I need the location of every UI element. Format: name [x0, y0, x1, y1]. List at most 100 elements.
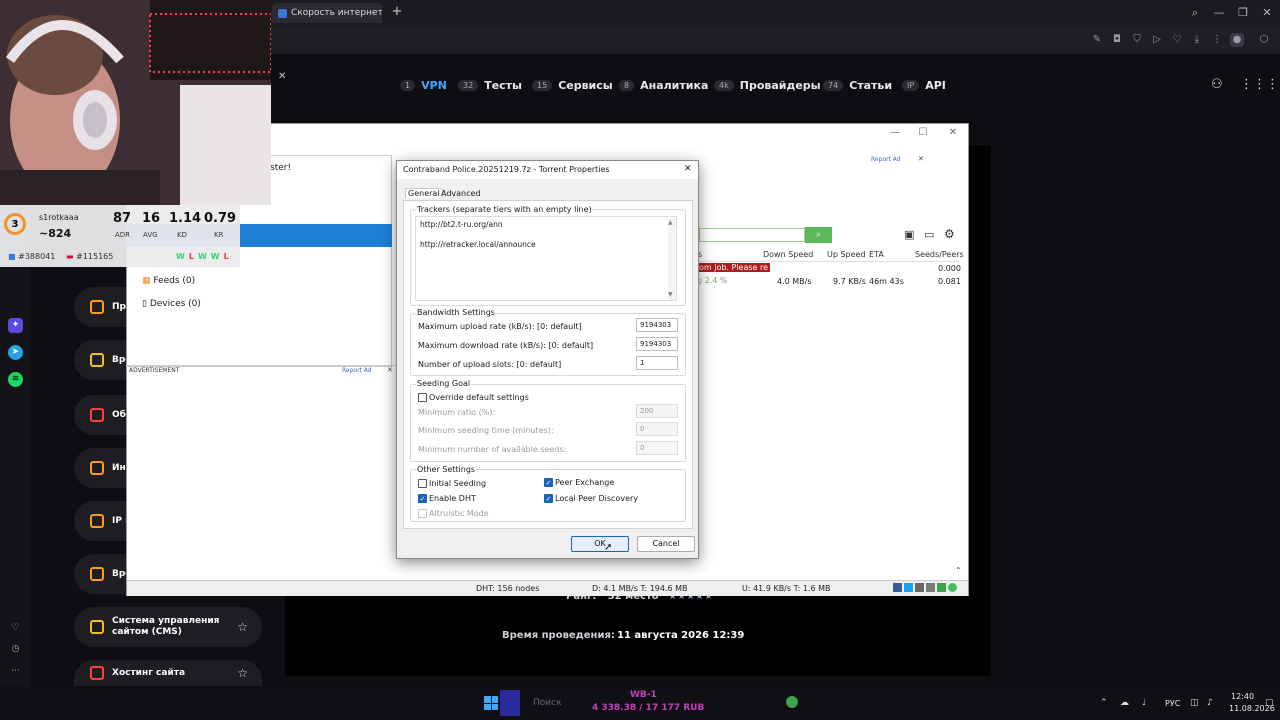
heart-icon[interactable]: ♡: [8, 621, 23, 636]
messenger-icon[interactable]: ✦: [8, 318, 23, 333]
min-seed-time-input[interactable]: 0: [636, 422, 678, 436]
altruistic-checkbox[interactable]: [418, 509, 427, 518]
peer-exchange-checkbox[interactable]: ✓: [544, 478, 553, 487]
device-icon: ▯: [142, 299, 147, 309]
shield-icon[interactable]: ⛉: [1130, 33, 1144, 47]
ok-button[interactable]: OK: [571, 536, 629, 552]
nav-item-articles[interactable]: 74 Статьи: [823, 78, 892, 92]
cancel-button[interactable]: Cancel: [637, 536, 695, 552]
tab-general[interactable]: General: [405, 188, 443, 198]
taskbar-app-icon[interactable]: [500, 690, 520, 716]
settings-icon[interactable]: [926, 583, 935, 592]
extensions-icon[interactable]: ⬡: [1257, 33, 1271, 47]
col-eta[interactable]: ETA: [869, 250, 884, 259]
play-icon[interactable]: ▷: [1150, 33, 1164, 47]
network-icon[interactable]: ◫: [1190, 698, 1199, 708]
facebook-icon[interactable]: [893, 583, 902, 592]
col-up-speed[interactable]: Up Speed: [827, 250, 866, 259]
faceit-level-badge: 3: [4, 213, 26, 235]
android-icon[interactable]: [937, 583, 946, 592]
spotify-icon[interactable]: ≋: [8, 372, 23, 387]
initial-seeding-checkbox[interactable]: [418, 479, 427, 488]
gear-icon[interactable]: ⚙: [944, 227, 955, 241]
nav-item-services[interactable]: 15 Сервисы: [532, 78, 613, 92]
apps-grid-icon[interactable]: ⋮⋮⋮: [1240, 77, 1279, 93]
ut-minimize-button[interactable]: —: [888, 127, 902, 139]
scroll-up-icon[interactable]: ▲: [668, 219, 673, 226]
nav-item-vpn[interactable]: 1 VPN: [400, 78, 447, 92]
min-ratio-input[interactable]: 200: [636, 404, 678, 418]
windows-start-icon[interactable]: [484, 696, 498, 710]
search-icon[interactable]: ⌕: [1186, 4, 1204, 22]
taskbar-app-icon[interactable]: [786, 696, 798, 708]
ut-search-button[interactable]: ⌕: [805, 227, 832, 243]
nav-item-tests[interactable]: 32 Тесты: [458, 78, 522, 92]
nav-item-providers[interactable]: 4k Провайдеры: [714, 78, 821, 92]
user-icon[interactable]: ⚇: [1211, 77, 1225, 93]
enable-dht-checkbox[interactable]: ✓: [418, 494, 427, 503]
close-window-button[interactable]: ✕: [1258, 4, 1276, 22]
taskbar-search[interactable]: Поиск: [533, 698, 562, 708]
trackers-scrollbar[interactable]: [668, 218, 676, 300]
close-banner-button[interactable]: ✕: [278, 71, 286, 82]
favorite-star-icon[interactable]: ☆: [237, 620, 248, 634]
override-checkbox[interactable]: [418, 393, 427, 402]
minimize-button[interactable]: —: [1210, 4, 1228, 22]
ut-search-input[interactable]: [699, 228, 805, 242]
history-icon[interactable]: ◷: [8, 642, 23, 657]
ut-feeds-item[interactable]: ▦ Feeds (0): [142, 276, 195, 286]
edit-icon[interactable]: ✎: [1090, 33, 1104, 47]
ut-report-ad-link[interactable]: Report Ad: [342, 367, 372, 374]
peer-exchange-label: Peer Exchange: [555, 478, 615, 487]
download-icon[interactable]: ⤓: [1190, 33, 1204, 47]
nav-item-analytics[interactable]: 8 Аналитика: [619, 78, 708, 92]
max-upload-input[interactable]: 9194303: [636, 318, 678, 332]
twitter-icon[interactable]: [904, 583, 913, 592]
ut-collapse-icon[interactable]: ⌃: [955, 566, 962, 575]
nav-item-api[interactable]: IP API: [902, 78, 946, 92]
ut-top-ad-close-icon[interactable]: ✕: [918, 155, 924, 163]
col-down-speed[interactable]: Down Speed: [763, 250, 813, 259]
telegram-icon[interactable]: ➤: [8, 345, 23, 360]
more-icon[interactable]: ⋯: [8, 664, 23, 679]
scroll-down-icon[interactable]: ▼: [668, 291, 673, 298]
card-cms[interactable]: Система управления сайтом (CMS) ☆: [74, 607, 262, 647]
monitor-icon[interactable]: ▭: [924, 228, 934, 241]
torrent-row-1-status[interactable]: om job. Please re: [697, 263, 771, 272]
tray-chevron-icon[interactable]: ⌃: [1100, 698, 1108, 708]
browser-tab[interactable]: Скорость интернет соед: [272, 3, 382, 23]
torrent-row-2-status[interactable]: g 2.4 %: [697, 276, 728, 285]
upload-slots-input[interactable]: 1: [636, 356, 678, 370]
web-icon[interactable]: [915, 583, 924, 592]
ut-ad-close-icon[interactable]: ✕: [387, 366, 393, 374]
cloud-icon[interactable]: ☁: [1120, 698, 1129, 708]
download-icon: [90, 353, 104, 367]
camera-icon[interactable]: ◘: [1110, 33, 1124, 47]
maximize-button[interactable]: ❐: [1234, 4, 1252, 22]
notification-icon[interactable]: ▢: [1265, 698, 1274, 708]
initial-seeding-label: Initial Seeding: [429, 479, 487, 488]
settings-icon[interactable]: ⋮: [1210, 33, 1224, 47]
profile-icon[interactable]: ●: [1230, 33, 1244, 47]
rank-country: ▬ #115165: [66, 252, 114, 261]
favorite-star-icon[interactable]: ☆: [237, 666, 248, 680]
heart-icon[interactable]: ♡: [1170, 33, 1184, 47]
taskbar-clock[interactable]: 12:40: [1231, 692, 1254, 701]
ut-report-ad-link-top[interactable]: Report Ad: [871, 156, 901, 163]
col-seeds-peers[interactable]: Seeds/Peers: [915, 250, 964, 259]
new-tab-button[interactable]: +: [390, 5, 404, 19]
chat-icon[interactable]: ▣: [904, 228, 914, 241]
min-seeds-input[interactable]: 0: [636, 441, 678, 455]
ut-devices-item[interactable]: ▯ Devices (0): [142, 299, 201, 309]
ut-maximize-button[interactable]: ☐: [916, 127, 930, 139]
tab-advanced[interactable]: Advanced: [441, 189, 481, 198]
volume-icon[interactable]: ♪: [1207, 698, 1213, 708]
stat-kd: 1.14: [169, 211, 202, 226]
ut-close-button[interactable]: ✕: [946, 127, 960, 139]
mic-icon[interactable]: ♩: [1142, 698, 1146, 708]
local-peer-checkbox[interactable]: ✓: [544, 494, 553, 503]
card-hosting[interactable]: Хостинг сайта ☆: [74, 660, 262, 686]
keyboard-language[interactable]: РУС: [1165, 699, 1180, 708]
max-download-input[interactable]: 9194303: [636, 337, 678, 351]
dialog-close-button[interactable]: ✕: [684, 164, 692, 174]
